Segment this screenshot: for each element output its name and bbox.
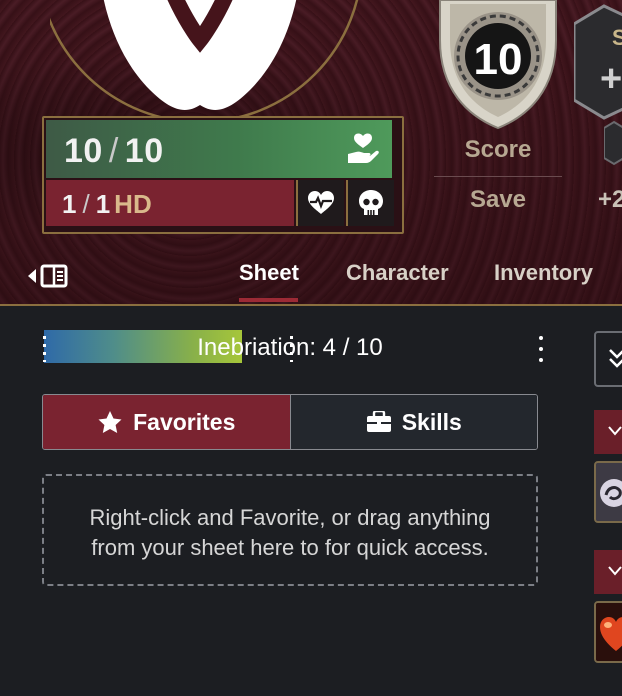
tab-character[interactable]: Character — [346, 260, 449, 286]
star-icon — [98, 410, 122, 433]
small-hex-badge — [604, 120, 622, 166]
inebriation-meter[interactable]: Inebriation: 4 / 10 — [42, 330, 543, 366]
skills-button[interactable]: Skills — [290, 395, 537, 449]
hp-value: 10/10 — [64, 132, 164, 171]
hd-suffix: HD — [114, 189, 152, 219]
character-header: 10/10 1/1 HD 10 Score Save +2 S + Sheet … — [0, 0, 622, 305]
hd-current: 1 — [62, 189, 77, 219]
death-saves-button[interactable] — [346, 180, 394, 226]
hp-current: 10 — [64, 132, 103, 170]
drop-zone-hint: Right-click and Favorite, or drag anythi… — [44, 503, 536, 563]
hit-dice-bar[interactable]: 1/1 HD — [46, 180, 294, 226]
hp-separator: / — [108, 132, 119, 170]
hex-letter: S — [612, 25, 622, 50]
item-image — [596, 603, 622, 661]
favorites-button[interactable]: Favorites — [43, 395, 291, 449]
tab-sheet[interactable]: Sheet — [239, 260, 299, 286]
hp-max: 10 — [124, 132, 164, 170]
ac-value: 10 — [474, 35, 523, 84]
sidebar-toggle-icon[interactable] — [28, 264, 68, 288]
item-thumbnail[interactable] — [594, 601, 622, 663]
ac-divider — [434, 176, 562, 177]
chevron-down-icon — [608, 566, 622, 576]
chevron-down-icon — [609, 349, 622, 368]
briefcase-icon — [366, 411, 391, 432]
hd-separator: / — [82, 189, 90, 219]
hp-bar[interactable]: 10/10 — [46, 120, 400, 178]
hex-plus: + — [600, 58, 622, 100]
drop-zone-hint-line-2: from your sheet here to for quick access… — [91, 535, 489, 560]
ac-score-label: Score — [464, 136, 532, 163]
favorites-skills-toggle: Favorites Skills — [42, 394, 538, 450]
meter-label: Inebriation: 4 / 10 — [197, 334, 383, 361]
item-thumbnail[interactable] — [594, 461, 622, 523]
save-bonus: +2 — [598, 186, 622, 213]
section-header[interactable] — [594, 550, 622, 594]
heal-icon[interactable] — [346, 132, 380, 164]
skull-icon — [359, 190, 383, 215]
collapse-all-button[interactable] — [594, 331, 622, 387]
chevron-down-icon — [608, 426, 622, 436]
header-divider — [0, 304, 622, 306]
favorites-drop-zone[interactable]: Right-click and Favorite, or drag anythi… — [42, 474, 538, 586]
short-rest-button[interactable] — [296, 180, 344, 226]
armor-class-shield[interactable]: 10 — [436, 0, 560, 130]
hit-points-panel: 10/10 1/1 HD — [42, 116, 404, 234]
skills-label: Skills — [401, 408, 462, 435]
drop-zone-hint-line-1: Right-click and Favorite, or drag anythi… — [89, 505, 491, 530]
section-header[interactable] — [594, 410, 622, 454]
favorites-label: Favorites — [133, 408, 236, 435]
ac-save-label: Save — [469, 186, 527, 213]
hd-max: 1 — [95, 189, 111, 219]
kebab-menu-icon[interactable] — [539, 336, 543, 366]
heartbeat-icon — [308, 191, 334, 214]
sheet-tabs: Sheet Character Inventory — [0, 250, 622, 305]
tab-inventory[interactable]: Inventory — [494, 260, 593, 286]
hit-dice-value: 1/1 HD — [62, 189, 152, 220]
item-image — [596, 463, 622, 521]
active-tab-indicator — [239, 298, 298, 302]
